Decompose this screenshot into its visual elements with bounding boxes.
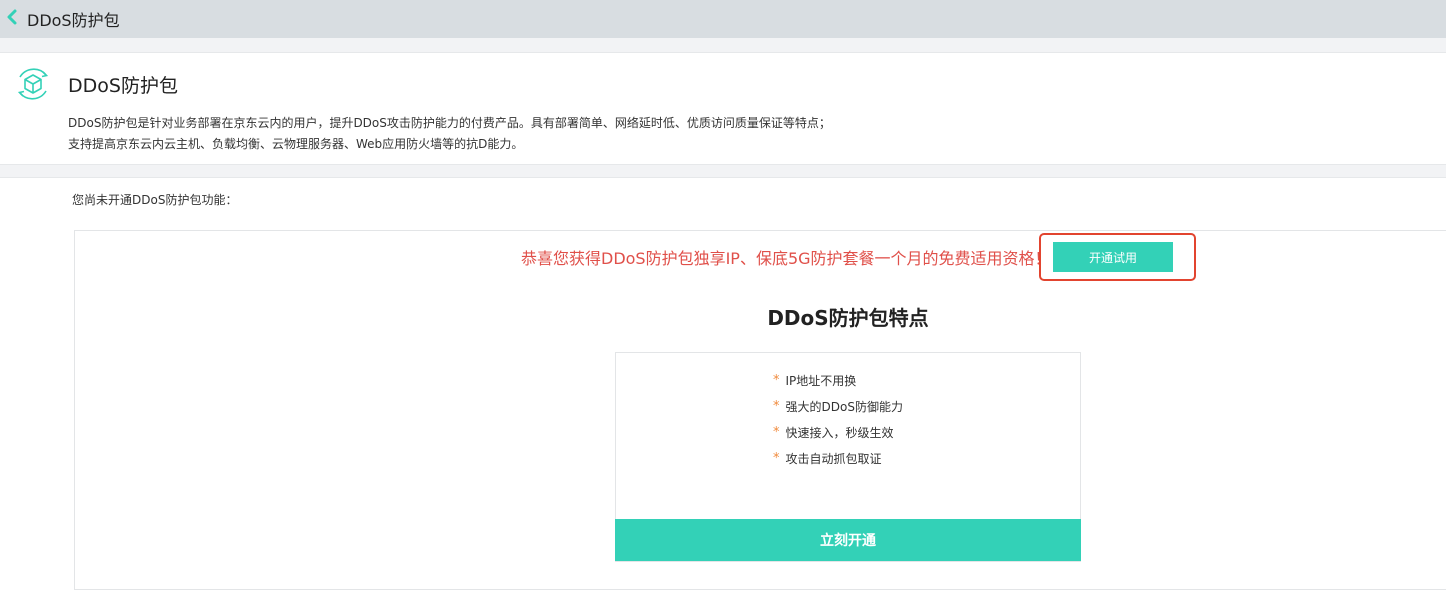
star-bullet-icon: * [773,399,780,414]
features-list: * IP地址不用换 * 强大的DDoS防御能力 * 快速接入，秒级生效 * 攻击自动抓包… [773,372,903,476]
start-trial-button[interactable]: 开通试用 [1053,242,1173,272]
open-now-button[interactable]: 立刻开通 [615,519,1081,561]
page-title: DDoS防护包 [27,11,120,30]
status-notice: 您尚未开通DDoS防护包功能： [72,193,238,207]
intro-section: DDoS防护包 DDoS防护包是针对业务部署在京东云内的用户，提升DDoS攻击防… [0,52,1446,164]
divider [0,164,1446,178]
star-bullet-icon: * [773,425,780,440]
feature-label: IP地址不用换 [785,374,857,388]
feature-label: 攻击自动抓包取证 [785,452,882,466]
top-bar: DDoS防护包 [0,0,1446,38]
feature-item: * 攻击自动抓包取证 [773,450,903,476]
intro-desc-line: DDoS防护包是针对业务部署在京东云内的用户，提升DDoS攻击防护能力的付费产品… [68,116,831,130]
divider [0,38,1446,52]
intro-title: DDoS防护包 [68,75,178,97]
feature-item: * IP地址不用换 [773,372,903,398]
feature-item: * 快速接入，秒级生效 [773,424,903,450]
star-bullet-icon: * [773,373,780,388]
intro-desc-line: 支持提高京东云内云主机、负载均衡、云物理服务器、Web应用防火墙等的抗D能力。 [68,137,524,151]
promo-text: 恭喜您获得DDoS防护包独享IP、保底5G防护套餐一个月的免费适用资格！ [521,249,1051,268]
cube-refresh-icon [17,68,49,100]
feature-item: * 强大的DDoS防御能力 [773,398,903,424]
chevron-left-icon[interactable] [4,8,20,26]
star-bullet-icon: * [773,451,780,466]
intro-description: DDoS防护包是针对业务部署在京东云内的用户，提升DDoS攻击防护能力的付费产品… [68,113,831,155]
features-title: DDoS防护包特点 [767,306,929,330]
feature-label: 强大的DDoS防御能力 [785,400,903,414]
feature-label: 快速接入，秒级生效 [785,426,894,440]
